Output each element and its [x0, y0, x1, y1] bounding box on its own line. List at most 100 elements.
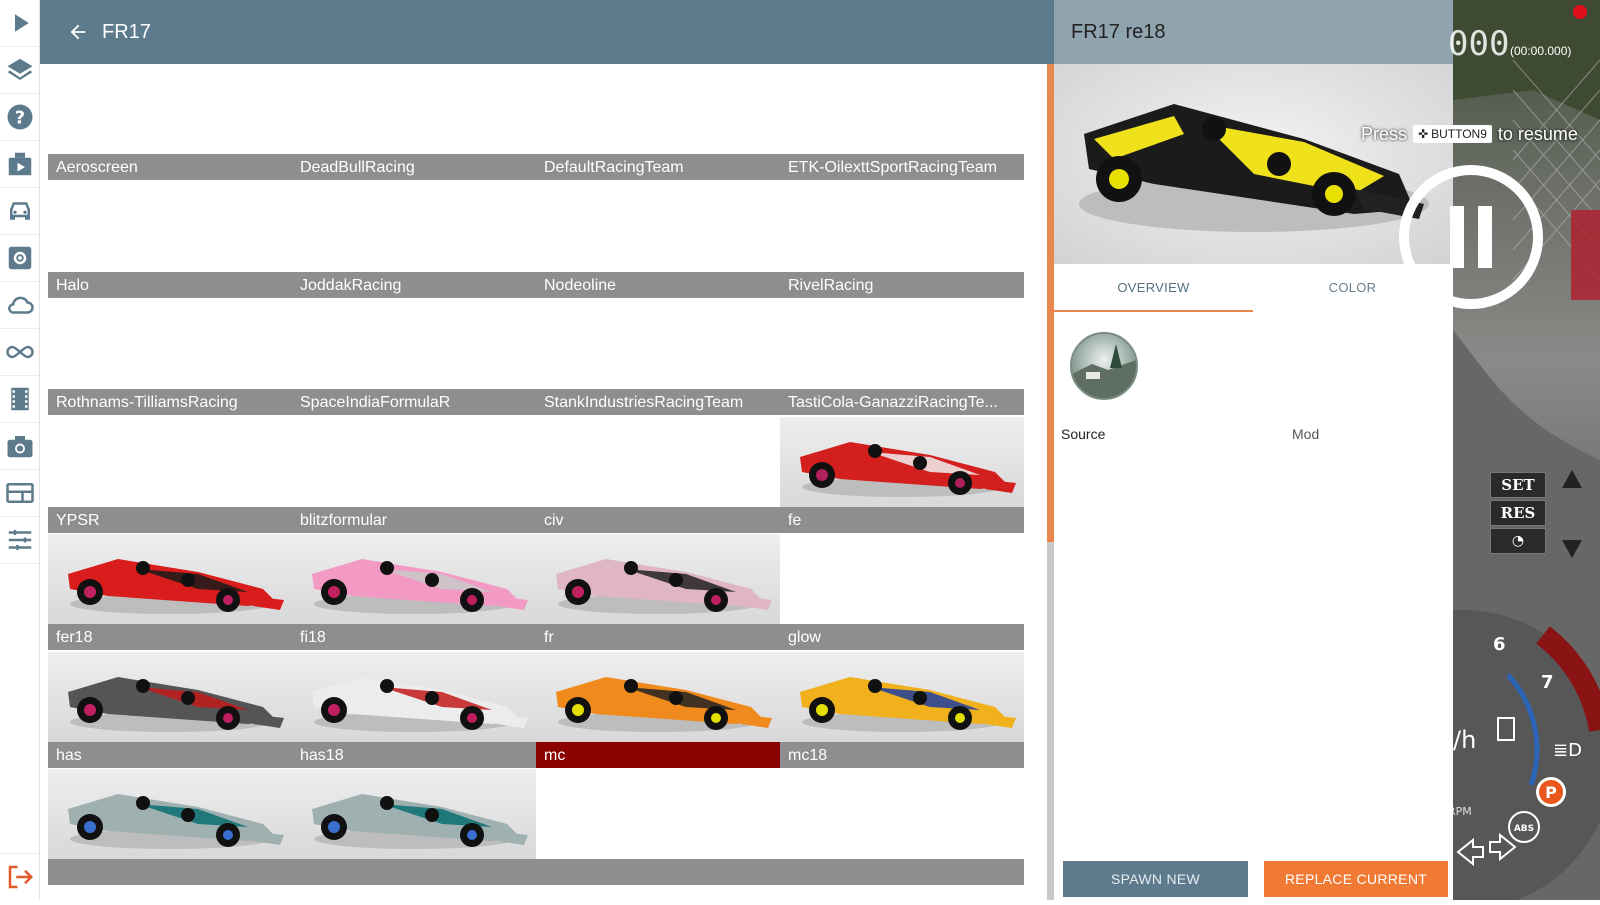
replace-current-button[interactable]: REPLACE CURRENT: [1264, 861, 1448, 897]
vehicle-config-tile[interactable]: SpaceIndiaFormulaR: [292, 299, 536, 415]
tile-label: TastiCola-GanazziRacingTe...: [780, 389, 1024, 415]
tile-thumbnail-empty: [780, 64, 1024, 154]
tile-thumbnail-empty: [48, 182, 292, 272]
gear-6-label: 6: [1493, 634, 1506, 655]
tile-thumbnail: [48, 769, 292, 859]
sidebar: ?: [0, 0, 40, 900]
sliders-icon[interactable]: [0, 517, 39, 564]
source-label: Source: [1061, 426, 1106, 442]
vehicle-config-tile[interactable]: [536, 769, 780, 885]
display-icon[interactable]: [0, 470, 39, 517]
pause-icon[interactable]: [1398, 164, 1544, 310]
car-icon[interactable]: [0, 188, 39, 235]
vehicle-config-tile[interactable]: Aeroscreen: [48, 64, 292, 180]
vehicle-config-tile[interactable]: mc: [536, 652, 780, 768]
layers-icon[interactable]: [0, 47, 39, 94]
scenario-icon[interactable]: [0, 141, 39, 188]
cruise-gauge-icon[interactable]: ◔: [1490, 528, 1546, 554]
exit-icon[interactable]: [0, 853, 39, 900]
vehicle-preview-image: [1054, 64, 1453, 264]
resume-key-badge: ✜ BUTTON9: [1413, 125, 1492, 143]
tile-thumbnail-empty: [536, 299, 780, 389]
vehicle-config-tile[interactable]: civ: [536, 417, 780, 533]
tile-label: fe: [780, 507, 1024, 533]
vehicle-config-tile[interactable]: mc18: [780, 652, 1024, 768]
tile-label: StankIndustriesRacingTeam: [536, 389, 780, 415]
vehicle-config-tile[interactable]: has: [48, 652, 292, 768]
tile-thumbnail-empty: [780, 182, 1024, 272]
record-indicator: [1573, 5, 1587, 19]
dpad-icon: ✜: [1418, 127, 1429, 141]
spawn-new-button[interactable]: SPAWN NEW: [1063, 861, 1248, 897]
source-value: Mod: [1292, 426, 1320, 442]
tile-label: [292, 859, 536, 885]
tile-thumbnail: [292, 652, 536, 742]
camera-icon[interactable]: [0, 423, 39, 470]
tile-thumbnail: [536, 534, 780, 624]
tile-thumbnail-empty: [780, 534, 1024, 624]
back-arrow-icon[interactable]: [64, 18, 92, 46]
vehicle-config-tile[interactable]: Rothnams-TilliamsRacing: [48, 299, 292, 415]
tile-label: Rothnams-TilliamsRacing: [48, 389, 292, 415]
vehicle-config-tile[interactable]: glow: [780, 534, 1024, 650]
tile-thumbnail-empty: [292, 64, 536, 154]
vehicle-config-tile[interactable]: fi18: [292, 534, 536, 650]
tile-label: has18: [292, 742, 536, 768]
tile-label: fi18: [292, 624, 536, 650]
cruise-control: SET RES ◔: [1490, 472, 1546, 558]
play-icon[interactable]: [0, 0, 39, 47]
vehicle-config-tile[interactable]: blitzformular: [292, 417, 536, 533]
tile-label: fer18: [48, 624, 292, 650]
cruise-set-button[interactable]: SET: [1490, 472, 1546, 498]
vehicle-config-tile[interactable]: ETK-OilexttSportRacingTeam: [780, 64, 1024, 180]
panel-header: FR17 re18: [1054, 0, 1453, 64]
tachometer: 6 7 /h ≣D P RPM ABS: [1313, 590, 1600, 905]
tile-thumbnail: [292, 534, 536, 624]
vehicle-config-tile[interactable]: Halo: [48, 182, 292, 298]
vehicle-config-tile[interactable]: TastiCola-GanazziRacingTe...: [780, 299, 1024, 415]
vehicle-config-tile[interactable]: Nodeoline: [536, 182, 780, 298]
vehicle-config-tile[interactable]: [48, 769, 292, 885]
help-icon[interactable]: ?: [0, 94, 39, 141]
race-timer: 000: [1448, 24, 1510, 64]
tile-thumbnail-empty: [48, 417, 292, 507]
abs-icon: ABS: [1514, 824, 1534, 834]
vehicle-config-tile[interactable]: DeadBullRacing: [292, 64, 536, 180]
vehicle-config-tile[interactable]: [292, 769, 536, 885]
vehicle-config-tile[interactable]: RivelRacing: [780, 182, 1024, 298]
race-timer-sub: (00:00.000): [1510, 44, 1572, 58]
cloud-icon[interactable]: [0, 282, 39, 329]
vehicle-config-tile[interactable]: fer18: [48, 534, 292, 650]
vehicle-config-tile[interactable]: fe: [780, 417, 1024, 533]
tile-label: DefaultRacingTeam: [536, 154, 780, 180]
settings-icon[interactable]: [0, 235, 39, 282]
tile-thumbnail-empty: [292, 182, 536, 272]
tile-thumbnail-empty: [780, 769, 1024, 859]
film-icon[interactable]: [0, 376, 39, 423]
resume-prefix: Press: [1361, 123, 1408, 144]
vehicle-config-tile[interactable]: StankIndustriesRacingTeam: [536, 299, 780, 415]
tile-thumbnail-empty: [48, 299, 292, 389]
vehicle-config-tile[interactable]: has18: [292, 652, 536, 768]
vehicle-config-tile[interactable]: fr: [536, 534, 780, 650]
vehicle-config-tile[interactable]: DefaultRacingTeam: [536, 64, 780, 180]
tile-label: mc: [536, 742, 780, 768]
cruise-up-icon[interactable]: [1562, 470, 1582, 488]
vehicle-config-tile[interactable]: YPSR: [48, 417, 292, 533]
tile-label: [780, 859, 1024, 885]
vehicle-config-tile[interactable]: [780, 769, 1024, 885]
tile-label: mc18: [780, 742, 1024, 768]
cruise-res-button[interactable]: RES: [1490, 500, 1546, 526]
scrollbar-thumb[interactable]: [1047, 64, 1054, 542]
cruise-down-icon[interactable]: [1562, 540, 1582, 558]
infinity-icon[interactable]: [0, 329, 39, 376]
vehicle-config-tile[interactable]: JoddakRacing: [292, 182, 536, 298]
grid-scrollbar[interactable]: [1047, 64, 1054, 900]
tile-label: [48, 859, 292, 885]
resume-hint: Press ✜ BUTTON9 to resume: [1361, 122, 1578, 146]
tile-label: DeadBullRacing: [292, 154, 536, 180]
tile-thumbnail: [48, 652, 292, 742]
tile-thumbnail: [780, 417, 1024, 507]
tab-overview[interactable]: OVERVIEW: [1054, 264, 1253, 312]
gear-7-label: 7: [1541, 672, 1554, 693]
